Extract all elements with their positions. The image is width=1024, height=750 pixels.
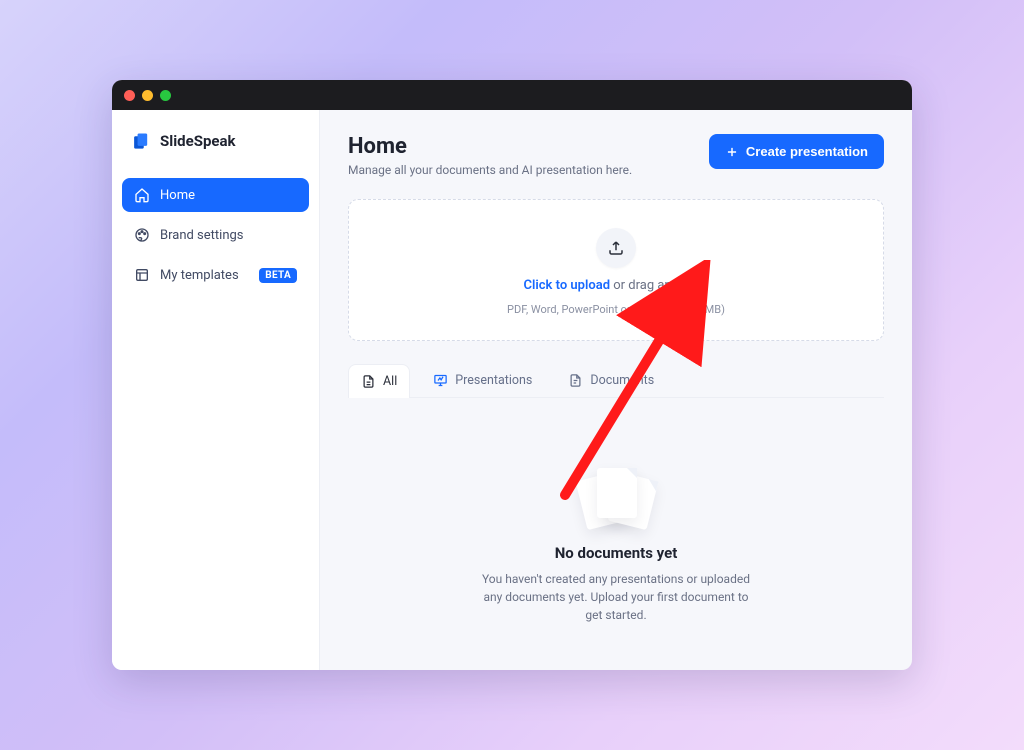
main-content: Home Manage all your documents and AI pr…	[320, 110, 912, 670]
window-zoom-icon[interactable]	[160, 90, 171, 101]
empty-docs-icon	[573, 468, 659, 532]
sidebar-item-my-templates[interactable]: My templates BETA	[122, 258, 309, 292]
create-presentation-button[interactable]: Create presentation	[709, 134, 884, 169]
sidebar-item-label: Home	[160, 188, 195, 203]
upload-icon	[607, 239, 625, 257]
titlebar	[112, 80, 912, 110]
plus-icon	[725, 145, 739, 159]
page-subtitle: Manage all your documents and AI present…	[348, 163, 632, 177]
tab-label: All	[383, 374, 397, 389]
upload-hint: PDF, Word, PowerPoint or Excel (max 50 M…	[507, 303, 725, 316]
content-tabs: All Presentations Documents	[348, 363, 884, 398]
tab-label: Documents	[590, 373, 654, 388]
sidebar-item-home[interactable]: Home	[122, 178, 309, 212]
upload-icon-wrap	[596, 228, 636, 268]
brand-name: SlideSpeak	[160, 132, 236, 150]
tab-label: Presentations	[455, 373, 532, 388]
upload-dropzone[interactable]: Click to upload or drag and drop PDF, Wo…	[348, 199, 884, 341]
documents-icon	[568, 373, 583, 388]
empty-subtitle: You haven't created any presentations or…	[476, 570, 756, 624]
sidebar-item-label: My templates	[160, 268, 239, 283]
tab-documents[interactable]: Documents	[555, 363, 667, 397]
sidebar-nav: Home Brand settings My templates BETA	[122, 178, 309, 292]
app-window: SlideSpeak Home Brand settings My templa…	[112, 80, 912, 670]
beta-badge: BETA	[259, 268, 297, 283]
presentation-icon	[433, 373, 448, 388]
sidebar: SlideSpeak Home Brand settings My templa…	[112, 110, 320, 670]
upload-instruction: Click to upload or drag and drop	[523, 278, 708, 293]
page-title: Home	[348, 134, 632, 159]
empty-title: No documents yet	[555, 544, 678, 562]
templates-icon	[134, 267, 150, 283]
app-body: SlideSpeak Home Brand settings My templa…	[112, 110, 912, 670]
create-presentation-label: Create presentation	[746, 144, 868, 159]
sidebar-item-label: Brand settings	[160, 228, 244, 243]
palette-icon	[134, 227, 150, 243]
window-close-icon[interactable]	[124, 90, 135, 101]
home-icon	[134, 187, 150, 203]
brand[interactable]: SlideSpeak	[122, 124, 309, 170]
upload-instruction-rest: or drag and drop	[610, 278, 708, 293]
click-to-upload-link[interactable]: Click to upload	[523, 278, 610, 293]
document-icon	[361, 374, 376, 389]
empty-state: No documents yet You haven't created any…	[348, 468, 884, 624]
brand-logo-icon	[130, 130, 152, 152]
window-minimize-icon[interactable]	[142, 90, 153, 101]
sidebar-item-brand-settings[interactable]: Brand settings	[122, 218, 309, 252]
tab-presentations[interactable]: Presentations	[420, 363, 545, 397]
page-header: Home Manage all your documents and AI pr…	[348, 134, 884, 177]
tab-all[interactable]: All	[348, 364, 410, 398]
